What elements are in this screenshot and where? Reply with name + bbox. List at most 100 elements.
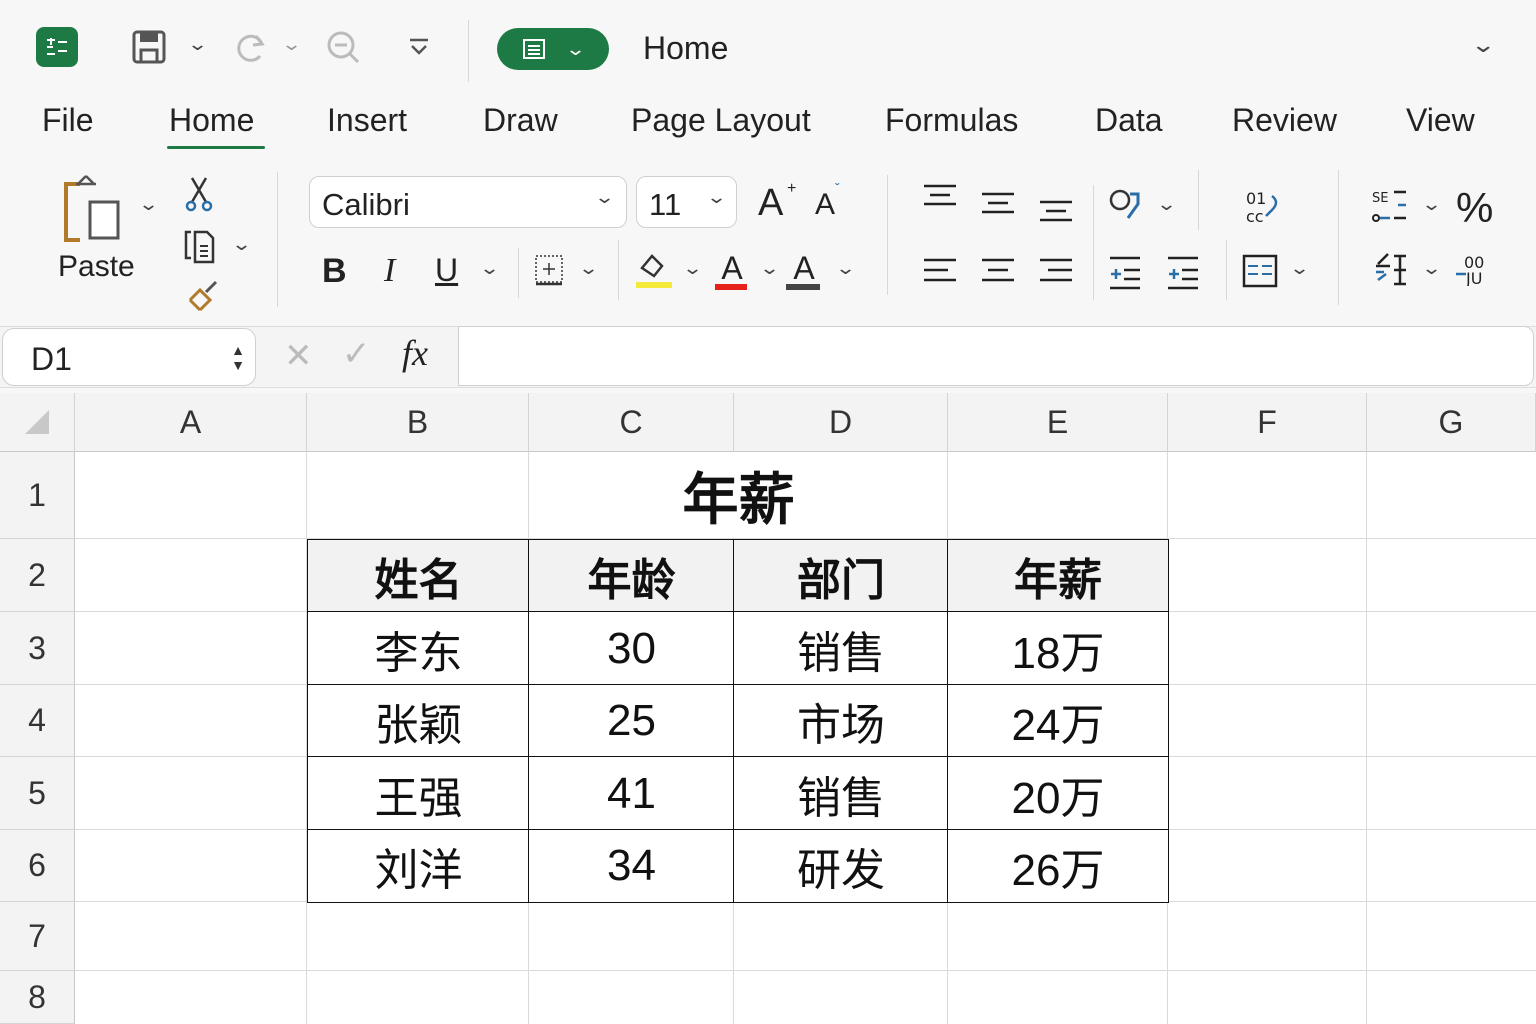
decimal-chevron-icon[interactable]: ⌄ (1421, 258, 1442, 279)
save-icon[interactable] (131, 29, 167, 65)
table-cell[interactable]: 研发 (733, 829, 949, 903)
select-all-corner[interactable] (0, 393, 75, 452)
tab-review[interactable]: Review (1232, 102, 1337, 139)
tab-page-layout[interactable]: Page Layout (631, 102, 811, 139)
spreadsheet-grid[interactable]: A B C D E F G 1 2 3 4 5 6 7 8 年薪 姓名 年龄 部… (0, 393, 1536, 1024)
customize-toolbar-icon[interactable] (406, 36, 432, 58)
sheet-title-cell[interactable]: 年薪 (529, 452, 948, 539)
confirm-entry-icon[interactable]: ✓ (342, 334, 371, 374)
table-cell[interactable]: 20万 (947, 756, 1169, 831)
underline-button[interactable]: U (435, 252, 458, 289)
decimal-decrease-icon[interactable]: 00 JU (1456, 252, 1488, 286)
excel-logo-icon[interactable] (36, 27, 78, 67)
table-cell[interactable]: 刘洋 (307, 829, 530, 903)
column-header-a[interactable]: A (75, 393, 307, 452)
table-cell[interactable]: 34 (528, 829, 735, 903)
redo-chevron-icon[interactable]: ⌄ (281, 34, 302, 55)
number-format-icon[interactable]: SE (1372, 188, 1408, 224)
borders-chevron-icon[interactable]: ⌄ (578, 258, 599, 279)
header-cell[interactable]: 年薪 (947, 539, 1169, 613)
font-name-select[interactable]: Calibri ⌄ (309, 176, 627, 228)
orientation-chevron-icon[interactable]: ⌄ (1156, 194, 1177, 215)
cut-icon[interactable] (184, 176, 214, 212)
header-cell[interactable]: 部门 (733, 539, 949, 613)
table-cell[interactable]: 销售 (733, 756, 949, 831)
table-cell[interactable]: 24万 (947, 684, 1169, 758)
font-color-button[interactable]: A (715, 250, 749, 292)
merge-chevron-icon[interactable]: ⌄ (1289, 258, 1310, 279)
font-color-chevron-icon[interactable]: ⌄ (759, 258, 780, 279)
tab-file[interactable]: File (42, 102, 94, 139)
column-header-d[interactable]: D (734, 393, 948, 452)
number-format-chevron-icon[interactable]: ⌄ (1421, 194, 1442, 215)
copy-icon[interactable] (183, 228, 217, 264)
decrease-font-size-button[interactable]: A (815, 188, 835, 222)
copy-chevron-icon[interactable]: ⌄ (231, 234, 252, 255)
table-cell[interactable]: 销售 (733, 611, 949, 686)
tab-home[interactable]: Home (169, 102, 254, 139)
row-header-5[interactable]: 5 (0, 757, 75, 830)
name-box[interactable]: D1 ▲ ▼ (2, 328, 256, 386)
table-cell[interactable]: 张颖 (307, 684, 530, 758)
table-cell[interactable]: 李东 (307, 611, 530, 686)
percent-style-button[interactable]: % (1456, 184, 1493, 232)
tab-formulas[interactable]: Formulas (885, 102, 1018, 139)
fill-color-icon[interactable] (634, 250, 674, 290)
tab-data[interactable]: Data (1095, 102, 1163, 139)
name-box-stepper-icon[interactable]: ▲ ▼ (231, 343, 245, 373)
column-header-c[interactable]: C (529, 393, 734, 452)
tab-draw[interactable]: Draw (483, 102, 558, 139)
column-header-b[interactable]: B (307, 393, 529, 452)
active-tab-underline (167, 146, 265, 149)
paste-label[interactable]: Paste (58, 250, 135, 284)
formula-input[interactable] (458, 326, 1534, 386)
header-cell[interactable]: 年龄 (528, 539, 735, 613)
text-effects-swatch (786, 284, 820, 290)
orientation-icon[interactable] (1108, 186, 1144, 222)
table-cell[interactable]: 30 (528, 611, 735, 686)
row-header-2[interactable]: 2 (0, 539, 75, 612)
table-cell[interactable]: 市场 (733, 684, 949, 758)
redo-icon[interactable] (234, 30, 268, 64)
bold-button[interactable]: B (322, 252, 347, 291)
row-header-8[interactable]: 8 (0, 971, 75, 1024)
alignment-icons[interactable] (920, 180, 1080, 295)
table-cell[interactable]: 王强 (307, 756, 530, 831)
borders-icon[interactable] (534, 254, 564, 288)
table-cell[interactable]: 18万 (947, 611, 1169, 686)
italic-button[interactable]: I (384, 252, 395, 290)
increase-font-size-button[interactable]: A (758, 182, 783, 225)
fill-color-chevron-icon[interactable]: ⌄ (682, 258, 703, 279)
cancel-entry-icon[interactable]: ✕ (284, 336, 313, 376)
table-cell[interactable]: 41 (528, 756, 735, 831)
row-header-6[interactable]: 6 (0, 830, 75, 902)
header-cell[interactable]: 姓名 (307, 539, 530, 613)
decimal-increase-icon[interactable] (1372, 250, 1408, 288)
format-painter-icon[interactable] (186, 276, 220, 312)
search-icon[interactable] (326, 30, 360, 64)
row-header-3[interactable]: 3 (0, 612, 75, 685)
tab-insert[interactable]: Insert (327, 102, 407, 139)
underline-chevron-icon[interactable]: ⌄ (479, 258, 500, 279)
text-effects-button[interactable]: A (786, 250, 822, 292)
row-header-7[interactable]: 7 (0, 902, 75, 971)
wrap-text-icon[interactable]: 01 cc (1244, 188, 1284, 228)
paste-icon[interactable] (62, 174, 124, 242)
table-cell[interactable]: 26万 (947, 829, 1169, 903)
save-chevron-icon[interactable]: ⌄ (187, 34, 208, 55)
collapse-ribbon-icon[interactable]: ⌄ (1470, 32, 1496, 58)
tab-view[interactable]: View (1406, 102, 1475, 139)
view-mode-button[interactable]: ⌄ (497, 28, 609, 70)
column-header-f[interactable]: F (1168, 393, 1367, 452)
font-size-select[interactable]: 11 ⌄ (636, 176, 737, 228)
merge-center-icon[interactable] (1242, 254, 1278, 288)
row-header-4[interactable]: 4 (0, 685, 75, 757)
row-header-1[interactable]: 1 (0, 452, 75, 539)
text-effects-chevron-icon[interactable]: ⌄ (835, 258, 856, 279)
column-header-e[interactable]: E (948, 393, 1168, 452)
insert-function-button[interactable]: fx (402, 332, 428, 374)
indent-icons[interactable] (1108, 255, 1203, 291)
paste-chevron-icon[interactable]: ⌄ (138, 194, 159, 215)
table-cell[interactable]: 25 (528, 684, 735, 758)
column-header-g[interactable]: G (1367, 393, 1536, 452)
